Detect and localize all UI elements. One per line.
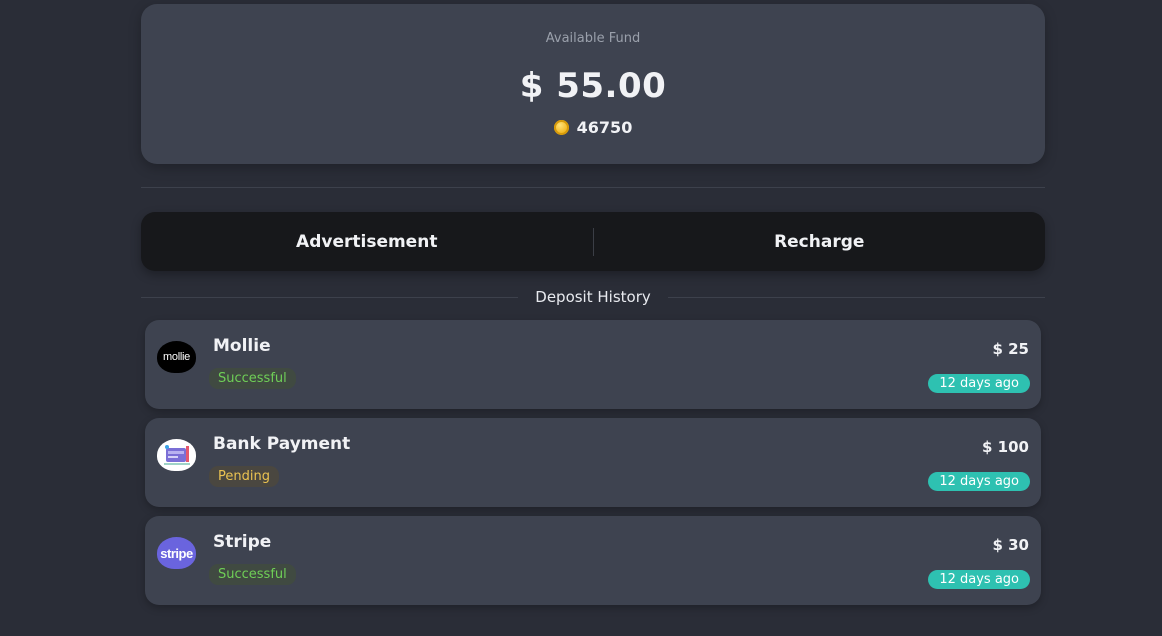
deposit-history-title: Deposit History — [535, 288, 651, 306]
list-item[interactable]: mollie Mollie Successful $ 25 12 days ag… — [145, 320, 1041, 409]
stripe-logo: stripe — [157, 537, 196, 569]
mollie-logo: mollie — [157, 341, 196, 373]
fund-amount: $ 55.00 — [519, 66, 667, 106]
time-ago-badge: 12 days ago — [928, 374, 1030, 393]
row-amount: $ 30 — [992, 536, 1029, 554]
time-ago-badge: 12 days ago — [928, 472, 1030, 491]
fund-label: Available Fund — [545, 31, 641, 46]
status-badge: Successful — [209, 368, 296, 389]
status-badge: Pending — [209, 466, 279, 487]
row-name: Bank Payment — [213, 434, 351, 454]
bank-payment-icon — [157, 439, 196, 471]
divider — [141, 187, 1045, 188]
row-name: Mollie — [213, 336, 271, 356]
deposit-history-header: Deposit History — [141, 287, 1046, 307]
list-item[interactable]: stripe Stripe Successful $ 30 12 days ag… — [145, 516, 1041, 605]
divider-left — [141, 296, 519, 298]
mollie-logo-text: mollie — [163, 351, 190, 363]
tab-recharge[interactable]: Recharge — [594, 232, 1046, 252]
coin-balance: 46750 — [141, 118, 1045, 137]
bank-payment-graphic — [163, 445, 190, 465]
stripe-logo-text: stripe — [160, 545, 193, 561]
available-fund-card: Available Fund $ 55.00 46750 — [141, 4, 1045, 164]
coin-value: 46750 — [576, 118, 633, 137]
status-badge: Successful — [209, 564, 296, 585]
row-amount: $ 25 — [992, 340, 1029, 358]
time-ago-badge: 12 days ago — [928, 570, 1030, 589]
action-tabs: Advertisement Recharge — [141, 212, 1045, 271]
divider-right — [667, 296, 1046, 298]
row-name: Stripe — [213, 532, 272, 552]
row-amount: $ 100 — [982, 438, 1029, 456]
list-item[interactable]: Bank Payment Pending $ 100 12 days ago — [145, 418, 1041, 507]
coin-icon — [553, 120, 569, 135]
tab-advertisement[interactable]: Advertisement — [141, 232, 593, 252]
